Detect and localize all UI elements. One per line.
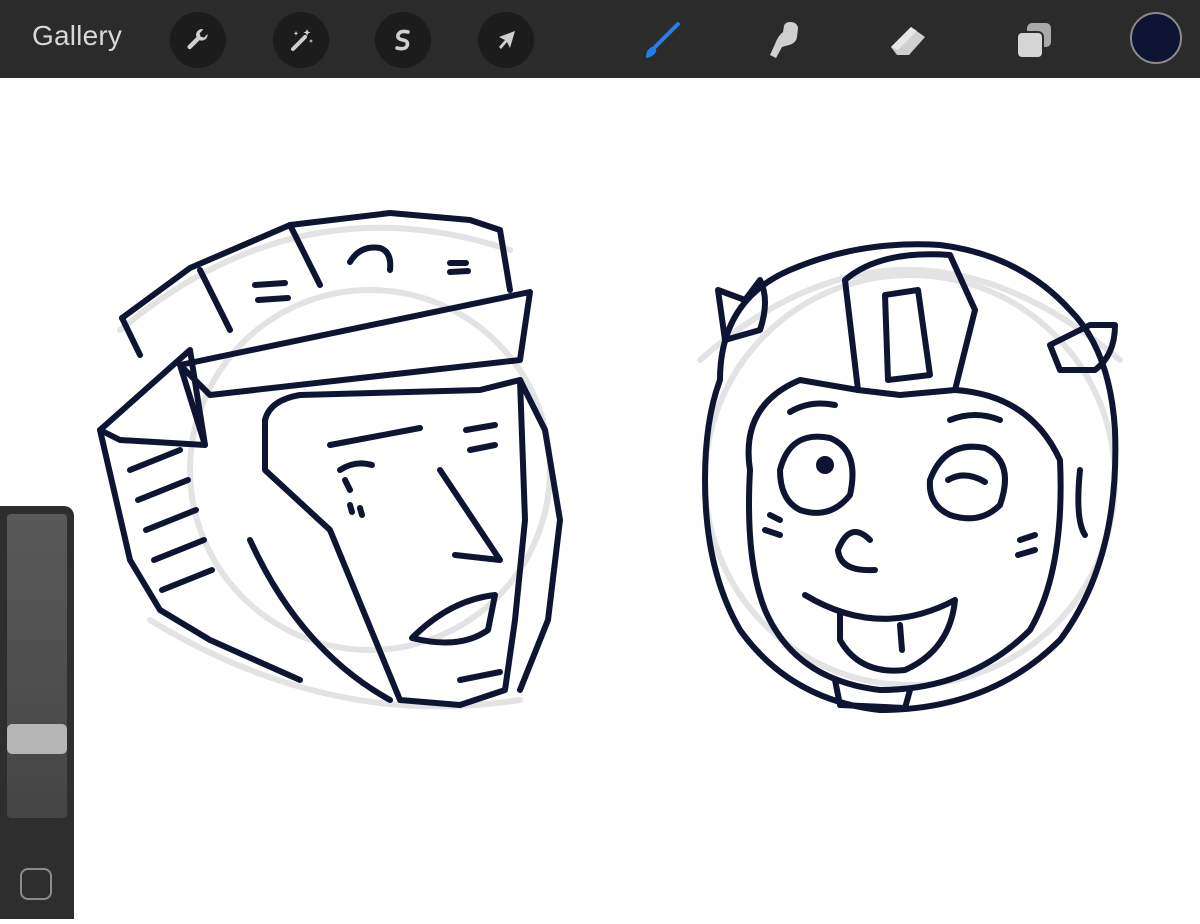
wrench-icon: [187, 29, 208, 50]
actions-button[interactable]: [170, 12, 226, 68]
layers-button[interactable]: [1008, 14, 1060, 66]
smudge-finger-icon: [770, 22, 798, 58]
current-color-swatch[interactable]: [1130, 12, 1182, 64]
selection-button[interactable]: [375, 12, 431, 68]
sketch-artwork: [97, 210, 1123, 713]
layers-icon: [1016, 23, 1051, 59]
smudge-tool-button[interactable]: [760, 14, 812, 66]
brush-size-thumb[interactable]: [7, 724, 67, 754]
adjustments-button[interactable]: [273, 12, 329, 68]
transform-button[interactable]: [478, 12, 534, 68]
magic-wand-icon: [291, 29, 313, 51]
gallery-button[interactable]: Gallery: [32, 20, 122, 52]
arrow-cursor-icon: [499, 31, 515, 49]
top-toolbar: Gallery: [0, 0, 1200, 78]
left-sidebar: [0, 506, 74, 919]
brush-size-slider[interactable]: [7, 514, 67, 818]
eraser-icon: [891, 27, 925, 55]
selection-s-icon: [395, 29, 410, 51]
eraser-tool-button[interactable]: [884, 14, 936, 66]
modify-button[interactable]: [20, 868, 52, 900]
brush-icon: [646, 22, 680, 58]
brush-tool-button[interactable]: [636, 14, 688, 66]
drawing-canvas[interactable]: [0, 78, 1200, 919]
